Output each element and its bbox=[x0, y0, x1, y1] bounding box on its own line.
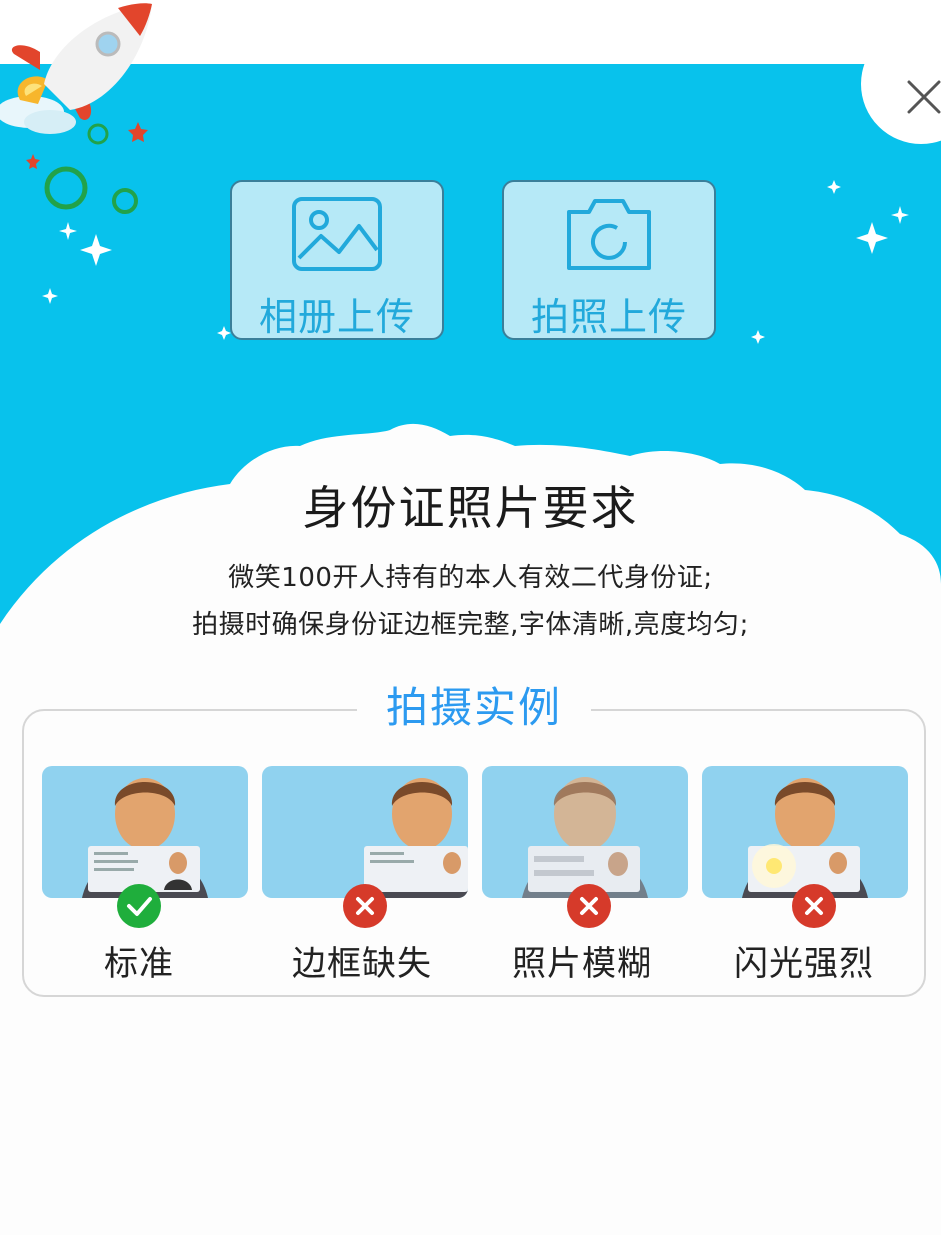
requirement-line-2: 拍摄时确保身份证边框完整,字体清晰,亮度均匀; bbox=[192, 610, 749, 640]
example-card-standard bbox=[42, 766, 248, 898]
example-card-border-missing bbox=[262, 766, 468, 898]
id-upload-dialog: 相册上传 拍照上传 身份证照片要求 微笑100开人持有的本人有效二代身份证; 拍… bbox=[0, 64, 941, 1235]
example-caption: 照片模糊 bbox=[512, 944, 652, 984]
album-upload-label: 相册上传 bbox=[258, 295, 415, 339]
rocket-icon bbox=[0, 3, 152, 134]
camera-upload-label: 拍照上传 bbox=[530, 295, 687, 339]
cross-icon bbox=[805, 897, 823, 915]
id-card-person-illustration bbox=[742, 778, 868, 898]
example-caption: 标准 bbox=[104, 944, 174, 984]
cross-icon bbox=[356, 897, 374, 915]
status-bad-badge bbox=[567, 884, 611, 928]
id-card-person-illustration bbox=[359, 778, 468, 898]
example-card-flash bbox=[702, 766, 908, 898]
camera-icon bbox=[567, 199, 651, 270]
id-card-person-illustration bbox=[82, 778, 208, 898]
example-card-blurry bbox=[482, 766, 688, 898]
image-icon bbox=[292, 197, 382, 271]
id-card-person-illustration bbox=[522, 777, 648, 898]
example-caption: 闪光强烈 bbox=[734, 944, 874, 984]
album-upload-button[interactable]: 相册上传 bbox=[230, 180, 444, 340]
requirement-line-1: 微笑100开人持有的本人有效二代身份证; bbox=[228, 563, 713, 593]
status-ok-badge bbox=[117, 884, 161, 928]
check-icon bbox=[127, 897, 152, 916]
examples-title: 拍摄实例 bbox=[357, 676, 591, 740]
close-icon bbox=[907, 80, 941, 114]
camera-upload-button[interactable]: 拍照上传 bbox=[502, 180, 716, 340]
requirements-title: 身份证照片要求 bbox=[302, 481, 639, 535]
cross-icon bbox=[580, 897, 598, 915]
status-bad-badge bbox=[792, 884, 836, 928]
status-bad-badge bbox=[343, 884, 387, 928]
example-caption: 边框缺失 bbox=[292, 944, 432, 984]
